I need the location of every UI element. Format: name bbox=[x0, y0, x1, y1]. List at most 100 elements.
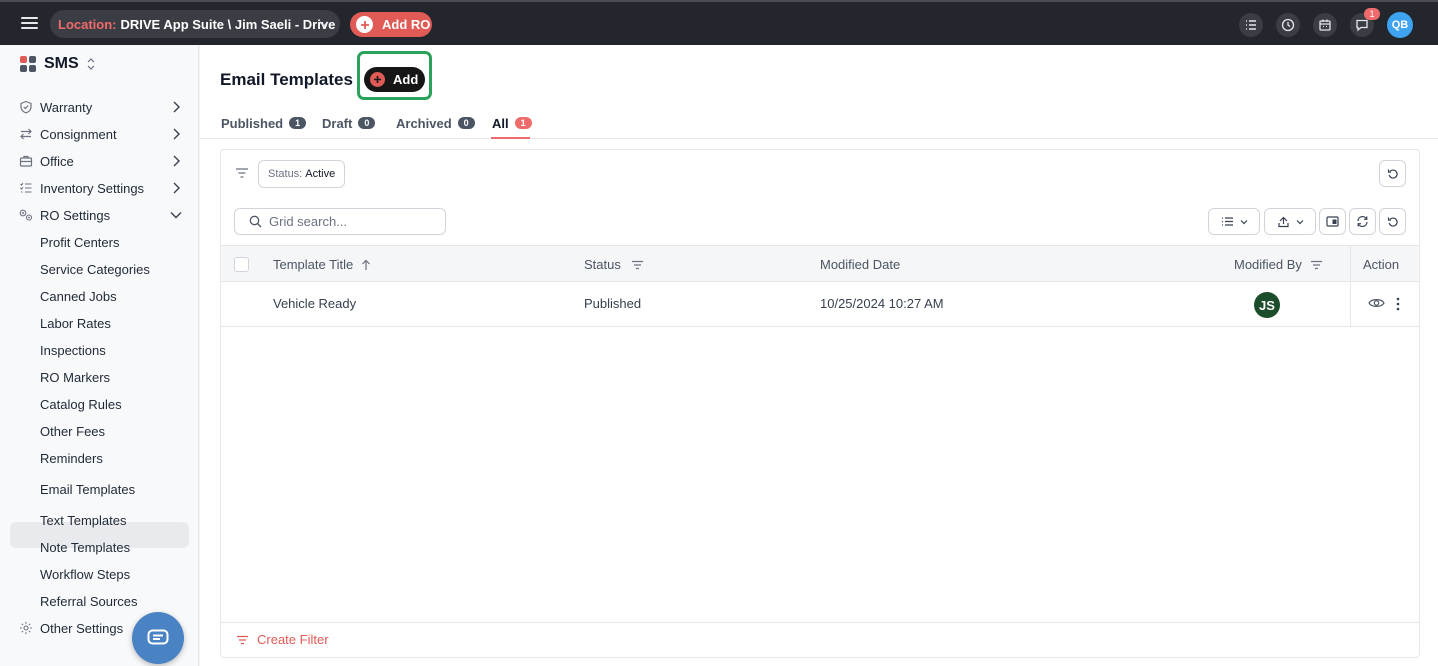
sidebar-item-consignment[interactable]: Consignment bbox=[18, 122, 188, 146]
tab-label: Published bbox=[221, 115, 284, 131]
app-switcher[interactable]: SMS bbox=[20, 55, 95, 73]
sidebar-item-label: RO Settings bbox=[40, 207, 111, 223]
arrows-swap-icon bbox=[18, 126, 34, 142]
refresh-icon bbox=[1356, 215, 1369, 228]
sidebar-subitem-catalog-rules[interactable]: Catalog Rules bbox=[40, 397, 122, 412]
sidebar-subitem-inspections[interactable]: Inspections bbox=[40, 343, 106, 358]
sidebar-item-ro-settings[interactable]: RO Settings bbox=[18, 203, 188, 227]
calendar-icon[interactable] bbox=[1313, 13, 1337, 37]
chevron-right-icon bbox=[172, 128, 180, 140]
column-label: Modified Date bbox=[820, 257, 901, 272]
reset-filters-button[interactable] bbox=[1379, 160, 1406, 187]
column-header-template-title[interactable]: Template Title bbox=[273, 257, 371, 272]
column-label: Modified By bbox=[1234, 257, 1302, 272]
more-options-icon[interactable] bbox=[1396, 297, 1400, 311]
sort-ascending-icon[interactable] bbox=[361, 259, 371, 271]
column-header-modified-by[interactable]: Modified By bbox=[1234, 257, 1323, 272]
active-tab-indicator bbox=[491, 137, 530, 139]
status-cell: Published bbox=[584, 296, 642, 311]
select-all-checkbox[interactable] bbox=[234, 257, 249, 272]
tab-published[interactable]: Published 1 bbox=[221, 114, 307, 132]
main-content: Email Templates Add Published 1 Draft 0 … bbox=[200, 45, 1438, 666]
sidebar-subitem-reminders[interactable]: Reminders bbox=[40, 451, 103, 466]
sidebar-subitem-referral-sources[interactable]: Referral Sources bbox=[40, 594, 138, 609]
tab-count-badge: 0 bbox=[457, 117, 475, 129]
plus-icon bbox=[370, 72, 385, 87]
page-title: Email Templates bbox=[220, 70, 353, 89]
sidebar-subitem-note-templates[interactable]: Note Templates bbox=[40, 540, 130, 555]
template-title-cell[interactable]: Vehicle Ready bbox=[273, 296, 356, 311]
column-label: Template Title bbox=[273, 257, 354, 272]
chat-support-button[interactable] bbox=[132, 612, 184, 664]
filter-icon[interactable] bbox=[235, 167, 249, 179]
up-down-chevron-icon bbox=[87, 58, 95, 70]
column-view-dropdown[interactable] bbox=[1208, 208, 1260, 235]
sidebar-subitem-email-templates[interactable]: Email Templates bbox=[40, 482, 135, 497]
column-filter-icon[interactable] bbox=[1310, 260, 1323, 270]
sidebar: SMS Warranty Consignment Office Inventor… bbox=[0, 45, 199, 666]
reset-grid-button[interactable] bbox=[1379, 208, 1406, 235]
add-ro-label: Add RO bbox=[382, 17, 431, 32]
user-avatar[interactable]: QB bbox=[1387, 12, 1413, 38]
search-icon bbox=[249, 215, 262, 228]
chevron-right-icon bbox=[172, 182, 180, 194]
modified-date-cell: 10/25/2024 10:27 AM bbox=[820, 296, 944, 311]
add-label: Add bbox=[393, 72, 419, 87]
chevron-down-icon bbox=[170, 211, 182, 219]
sidebar-subitem-text-templates[interactable]: Text Templates bbox=[40, 513, 126, 528]
export-dropdown[interactable] bbox=[1264, 208, 1316, 235]
chevron-down-icon bbox=[1240, 219, 1248, 225]
create-filter-button[interactable]: Create Filter bbox=[236, 632, 329, 647]
list-icon[interactable] bbox=[1239, 13, 1263, 37]
chevron-down-icon bbox=[1296, 219, 1304, 225]
tab-count-badge: 1 bbox=[289, 117, 307, 129]
add-ro-button[interactable]: Add RO bbox=[350, 12, 432, 37]
column-filter-icon[interactable] bbox=[631, 260, 644, 270]
undo-icon bbox=[1387, 168, 1399, 180]
sidebar-item-inventory-settings[interactable]: Inventory Settings bbox=[18, 176, 188, 200]
grid-search-input[interactable] bbox=[269, 214, 439, 229]
top-bar: Location: DRIVE App Suite \ Jim Saeli - … bbox=[0, 0, 1438, 45]
export-icon bbox=[1277, 216, 1290, 228]
clock-icon[interactable] bbox=[1276, 13, 1300, 37]
sidebar-item-label: Inventory Settings bbox=[40, 180, 145, 196]
message-icon bbox=[147, 629, 169, 647]
column-header-modified-date[interactable]: Modified Date bbox=[820, 257, 900, 272]
refresh-button[interactable] bbox=[1349, 208, 1376, 235]
notification-badge: 1 bbox=[1364, 8, 1380, 20]
tab-count-badge: 0 bbox=[358, 117, 376, 129]
tab-all[interactable]: All 1 bbox=[492, 114, 532, 132]
location-selector[interactable]: Location: DRIVE App Suite \ Jim Saeli - … bbox=[50, 10, 340, 38]
add-template-button[interactable]: Add bbox=[364, 67, 425, 92]
sidebar-item-label: Consignment bbox=[40, 126, 117, 142]
grid-search[interactable] bbox=[234, 208, 446, 235]
tab-archived[interactable]: Archived 0 bbox=[396, 114, 475, 132]
sidebar-subitem-other-fees[interactable]: Other Fees bbox=[40, 424, 105, 439]
panel-toggle-button[interactable] bbox=[1319, 208, 1346, 235]
undo-icon bbox=[1387, 216, 1399, 228]
tab-label: Archived bbox=[396, 115, 452, 131]
sidebar-subitem-labor-rates[interactable]: Labor Rates bbox=[40, 316, 111, 331]
sidebar-item-label: Office bbox=[40, 153, 74, 169]
sidebar-item-office[interactable]: Office bbox=[18, 149, 188, 173]
shield-icon bbox=[18, 99, 34, 115]
column-header-action: Action bbox=[1363, 257, 1399, 272]
status-filter-chip[interactable]: Status: Active bbox=[258, 160, 346, 188]
sidebar-item-label: Other Settings bbox=[40, 620, 124, 636]
action-column-divider bbox=[1350, 245, 1351, 327]
sidebar-subitem-workflow-steps[interactable]: Workflow Steps bbox=[40, 567, 130, 582]
hamburger-menu-icon[interactable] bbox=[20, 14, 40, 32]
table-row[interactable]: Vehicle Ready Published 10/25/2024 10:27… bbox=[221, 282, 1419, 327]
sidebar-subitem-profit-centers[interactable]: Profit Centers bbox=[40, 235, 119, 250]
tab-draft[interactable]: Draft 0 bbox=[322, 114, 376, 132]
sidebar-subitem-service-categories[interactable]: Service Categories bbox=[40, 262, 150, 277]
column-label: Status bbox=[584, 257, 621, 272]
eye-icon[interactable] bbox=[1368, 297, 1385, 309]
column-header-status[interactable]: Status bbox=[584, 257, 644, 272]
panel-icon bbox=[1326, 216, 1339, 227]
sidebar-subitem-canned-jobs[interactable]: Canned Jobs bbox=[40, 289, 117, 304]
sidebar-item-warranty[interactable]: Warranty bbox=[18, 95, 188, 119]
status-filter-value: Active bbox=[305, 168, 336, 180]
sidebar-subitem-ro-markers[interactable]: RO Markers bbox=[40, 370, 110, 385]
column-label: Action bbox=[1363, 257, 1400, 272]
